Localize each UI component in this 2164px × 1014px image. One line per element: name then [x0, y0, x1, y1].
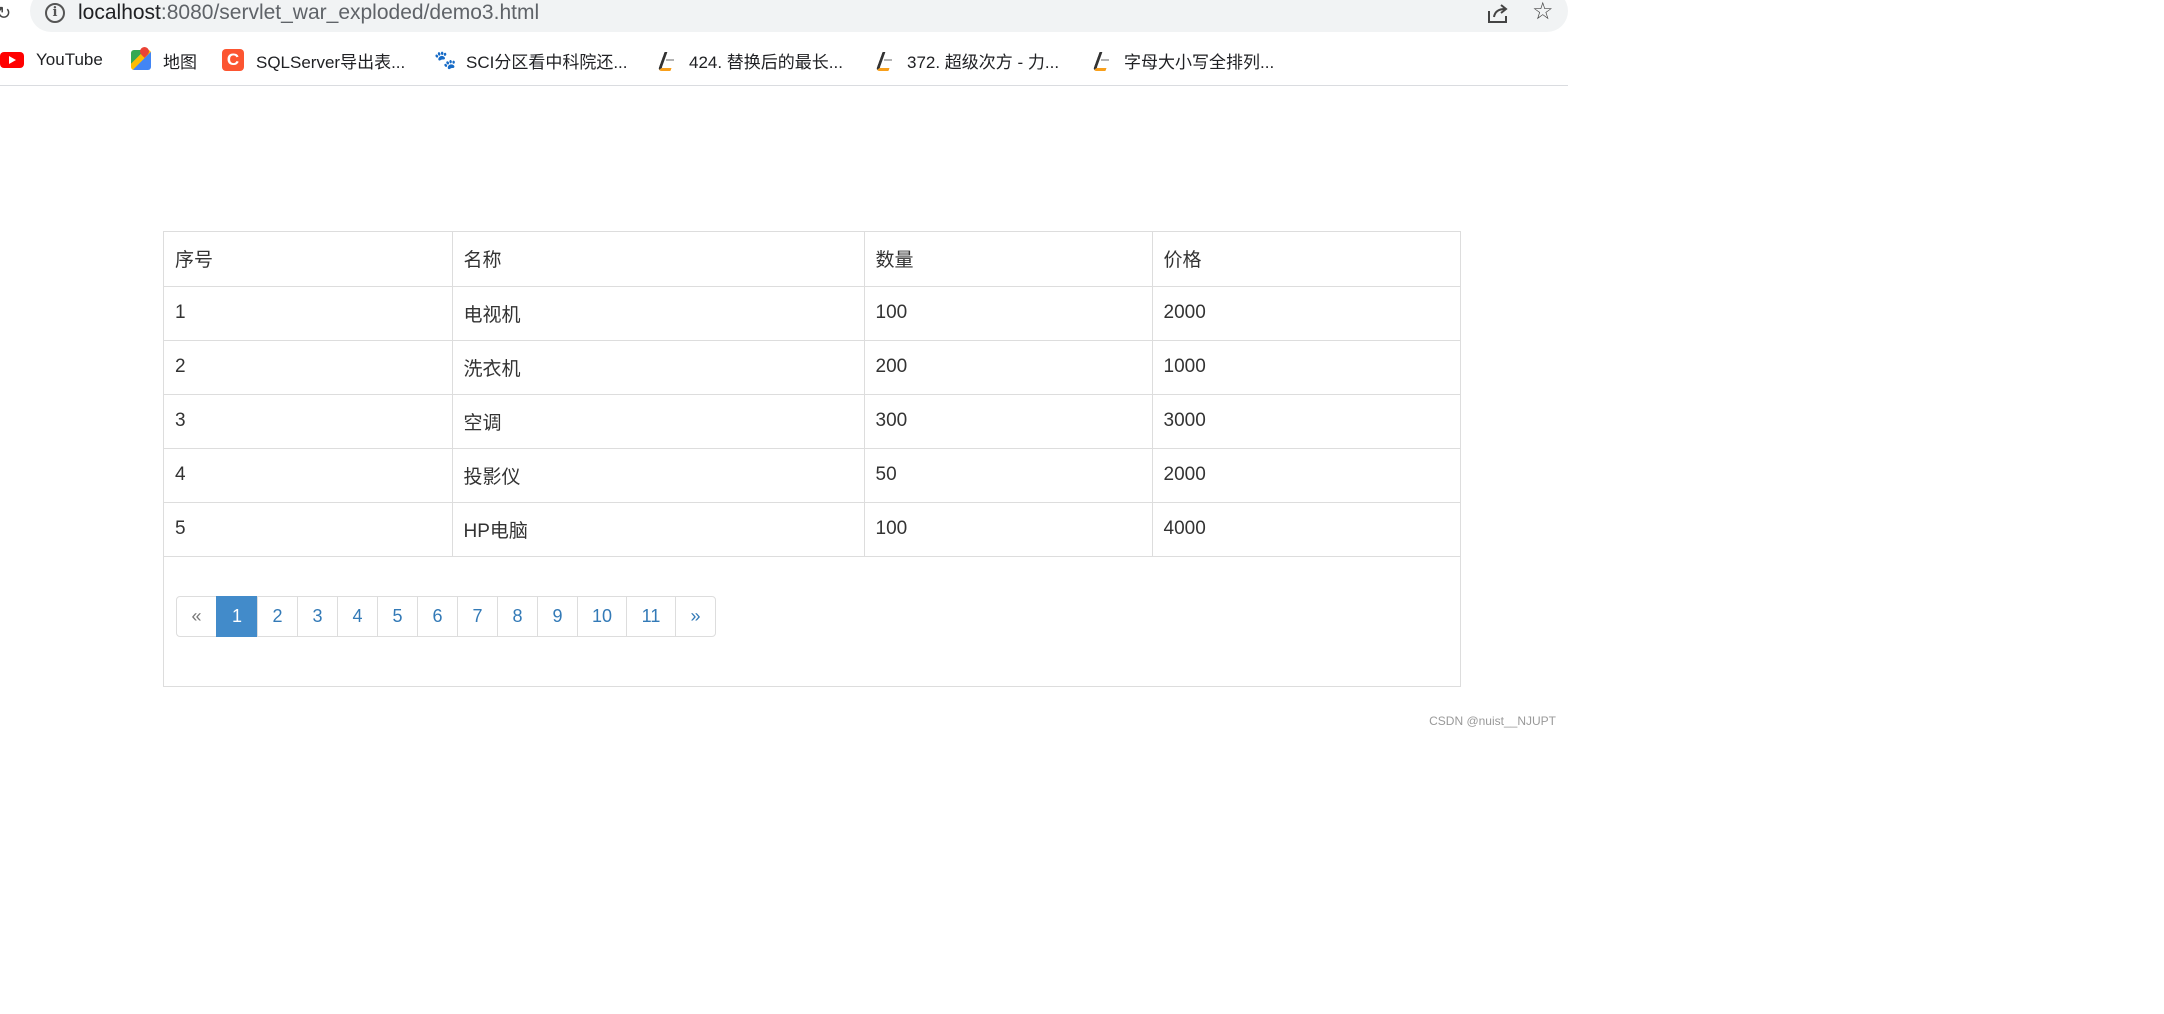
table-row: 2 洗衣机 200 1000 [164, 339, 1460, 395]
cell-price: 2000 [1151, 447, 1460, 503]
table-row: 5 HP电脑 100 4000 [164, 501, 1460, 557]
bookmark-youtube[interactable]: YouTube [0, 48, 103, 72]
pagination-page-7[interactable]: 7 [457, 596, 498, 637]
cell-quantity: 300 [863, 393, 1153, 449]
bookmark-leetcode-424[interactable]: 424. 替换后的最长... [657, 48, 843, 72]
cell-index: 1 [164, 285, 453, 341]
cell-price: 2000 [1151, 285, 1460, 341]
pagination-page-10[interactable]: 10 [577, 596, 627, 637]
table-header-row: 序号 名称 数量 价格 [164, 232, 1460, 287]
csdn-icon: C [222, 49, 244, 71]
bookmark-sci[interactable]: 🐾 SCI分区看中科院还... [434, 48, 628, 72]
pagination: « 1 2 3 4 5 6 7 8 9 10 11 » [176, 596, 716, 637]
leetcode-icon [657, 50, 677, 70]
cell-quantity: 50 [863, 447, 1153, 503]
baidu-icon: 🐾 [434, 50, 457, 70]
cell-name: 电视机 [451, 285, 865, 341]
bookmark-label: SQLServer导出表... [256, 52, 406, 72]
cell-quantity: 100 [863, 501, 1153, 557]
bookmark-label: SCI分区看中科院还... [466, 52, 628, 72]
cell-price: 3000 [1151, 393, 1460, 449]
leetcode-icon [875, 50, 895, 70]
pagination-page-9[interactable]: 9 [537, 596, 578, 637]
site-info-icon[interactable]: i [45, 3, 65, 23]
cell-quantity: 100 [863, 285, 1153, 341]
pagination-page-1[interactable]: 1 [216, 596, 258, 637]
youtube-icon [0, 52, 24, 68]
browser-toolbar: ↻ i localhost:8080/servlet_war_exploded/… [0, 0, 1568, 36]
column-header-index: 序号 [164, 232, 453, 287]
cell-quantity: 200 [863, 339, 1153, 395]
url-text[interactable]: localhost:8080/servlet_war_exploded/demo… [78, 0, 539, 26]
pagination-page-2[interactable]: 2 [257, 596, 298, 637]
table-row: 1 电视机 100 2000 [164, 285, 1460, 341]
url-host: localhost [78, 1, 161, 24]
pagination-prev-button[interactable]: « [176, 596, 217, 637]
reload-icon[interactable]: ↻ [0, 3, 12, 23]
cell-name: HP电脑 [451, 501, 865, 557]
leetcode-icon [1092, 50, 1112, 70]
pagination-page-11[interactable]: 11 [626, 596, 676, 637]
share-icon[interactable] [1486, 2, 1510, 24]
cell-index: 5 [164, 501, 453, 557]
bookmark-letter-permutation[interactable]: 字母大小写全排列... [1092, 48, 1274, 72]
pagination-page-4[interactable]: 4 [337, 596, 378, 637]
bookmark-label: YouTube [36, 50, 103, 69]
watermark: CSDN @nuist__NJUPT [1429, 714, 1556, 728]
pagination-page-6[interactable]: 6 [417, 596, 458, 637]
cell-index: 3 [164, 393, 453, 449]
product-table: 序号 名称 数量 价格 1 电视机 100 2000 2 洗衣机 200 100… [164, 232, 1460, 557]
cell-price: 4000 [1151, 501, 1460, 557]
url-path: :8080/servlet_war_exploded/demo3.html [160, 1, 540, 24]
cell-index: 4 [164, 447, 453, 503]
bookmark-star-icon[interactable]: ☆ [1532, 0, 1554, 25]
pagination-page-3[interactable]: 3 [297, 596, 338, 637]
bookmark-label: 地图 [163, 52, 197, 72]
maps-icon [131, 50, 151, 70]
bookmark-label: 字母大小写全排列... [1124, 52, 1275, 72]
cell-index: 2 [164, 339, 453, 395]
cell-name: 投影仪 [451, 447, 865, 503]
bookmark-leetcode-372[interactable]: 372. 超级次方 - 力... [875, 48, 1059, 72]
bookmark-label: 372. 超级次方 - 力... [907, 52, 1060, 72]
pagination-next-button[interactable]: » [675, 596, 716, 637]
cell-name: 空调 [451, 393, 865, 449]
pagination-page-5[interactable]: 5 [377, 596, 418, 637]
bookmark-maps[interactable]: 地图 [131, 48, 197, 72]
column-header-quantity: 数量 [863, 232, 1153, 287]
cell-name: 洗衣机 [451, 339, 865, 395]
column-header-price: 价格 [1151, 232, 1460, 287]
column-header-name: 名称 [451, 232, 865, 287]
pagination-page-8[interactable]: 8 [497, 596, 538, 637]
bookmark-label: 424. 替换后的最长... [689, 52, 843, 72]
table-panel: 序号 名称 数量 价格 1 电视机 100 2000 2 洗衣机 200 100… [163, 231, 1461, 687]
bookmark-sqlserver[interactable]: C SQLServer导出表... [222, 48, 405, 72]
cell-price: 1000 [1151, 339, 1460, 395]
table-row: 4 投影仪 50 2000 [164, 447, 1460, 503]
bookmarks-bar: YouTube 地图 C SQLServer导出表... 🐾 SCI分区看中科院… [0, 36, 1568, 86]
table-row: 3 空调 300 3000 [164, 393, 1460, 449]
